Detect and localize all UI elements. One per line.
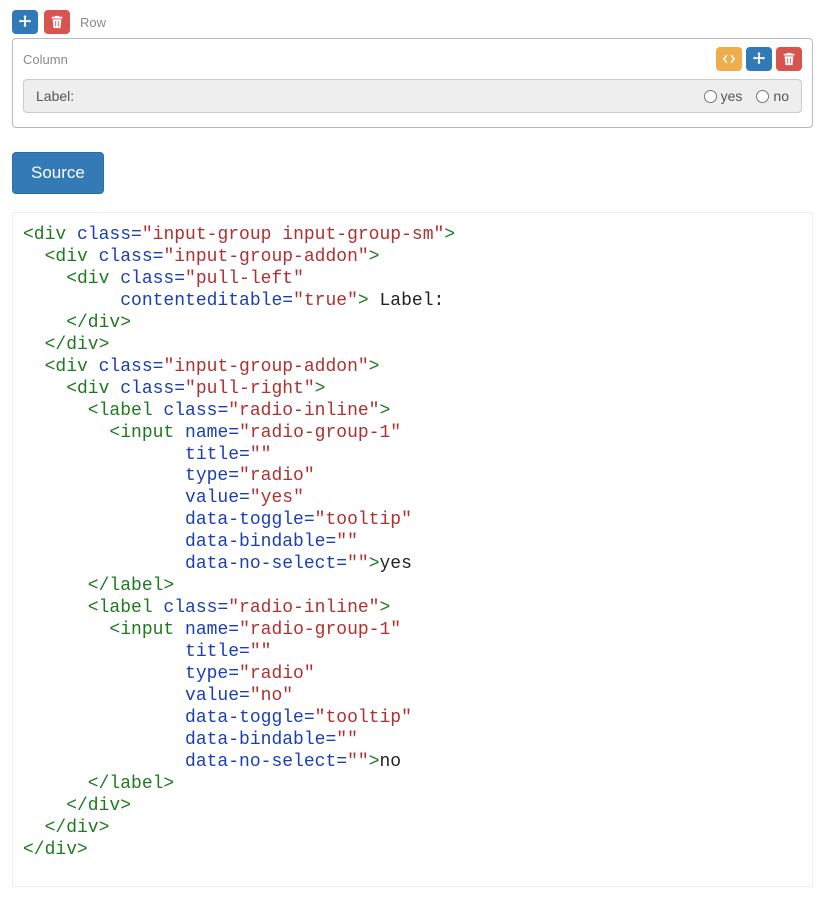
column-header: Column <box>23 47 802 71</box>
code-icon <box>722 52 736 66</box>
column-container: Column Label: yes no <box>12 38 813 128</box>
row-toolbar: Row <box>12 10 813 34</box>
column-label: Column <box>23 52 68 67</box>
delete-column-button[interactable] <box>776 47 802 71</box>
edit-source-button[interactable] <box>716 47 742 71</box>
move-icon <box>18 15 32 29</box>
move-icon <box>752 52 766 66</box>
row-label: Row <box>80 15 106 30</box>
source-button[interactable]: Source <box>12 152 104 194</box>
radio-label-yes: yes <box>721 88 743 104</box>
radio-option-no[interactable]: no <box>756 88 789 104</box>
radio-input-no[interactable] <box>756 90 769 103</box>
radio-group: yes no <box>692 80 801 112</box>
move-row-button[interactable] <box>12 10 38 34</box>
column-actions <box>716 47 802 71</box>
radio-input-yes[interactable] <box>704 90 717 103</box>
source-code-panel: <div class="input-group input-group-sm">… <box>12 212 813 887</box>
form-label[interactable]: Label: <box>24 80 692 112</box>
source-code: <div class="input-group input-group-sm">… <box>23 225 802 862</box>
radio-option-yes[interactable]: yes <box>704 88 743 104</box>
trash-icon <box>782 52 796 66</box>
radio-label-no: no <box>773 88 789 104</box>
delete-row-button[interactable] <box>44 10 70 34</box>
trash-icon <box>50 15 64 29</box>
move-column-button[interactable] <box>746 47 772 71</box>
label-radio-row: Label: yes no <box>23 79 802 113</box>
